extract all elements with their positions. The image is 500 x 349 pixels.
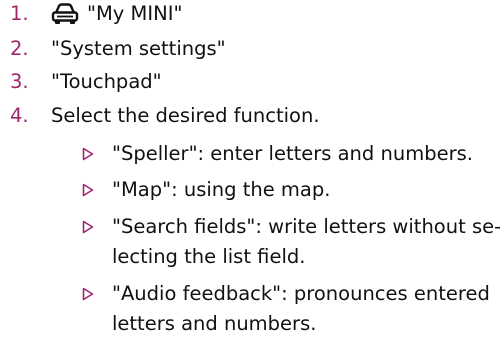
step-number: 3. — [10, 70, 29, 93]
step-label: Select the desired function. — [51, 104, 320, 127]
step-text: "My MINI" — [51, 0, 182, 28]
step-number: 2. — [10, 37, 29, 60]
bullet-text: "Speller": enter letters and numbers. — [112, 142, 473, 165]
bullet-text-line-1: "Search fields": write letters without s… — [112, 215, 500, 238]
step-label: "My MINI" — [87, 2, 183, 25]
triangle-bullet-icon — [82, 147, 94, 161]
step-label: "Touchpad" — [51, 70, 162, 93]
triangle-bullet-icon — [82, 220, 94, 234]
bullet-text-line-1: "Audio feedback": pronounces entered — [112, 282, 490, 305]
instruction-page: 1. "My MINI" 2. "System settings" 3. "To… — [0, 0, 500, 349]
bullet-text-line-2: lecting the list field. — [112, 245, 306, 268]
step-number: 4. — [10, 104, 29, 127]
triangle-bullet-icon — [82, 183, 94, 197]
bullet-text: "Map": using the map. — [112, 178, 331, 201]
bullet-text-line-2: letters and numbers. — [112, 312, 317, 335]
step-number: 1. — [10, 2, 29, 25]
car-icon — [51, 3, 79, 24]
step-label: "System settings" — [51, 37, 226, 60]
triangle-bullet-icon — [82, 287, 94, 301]
